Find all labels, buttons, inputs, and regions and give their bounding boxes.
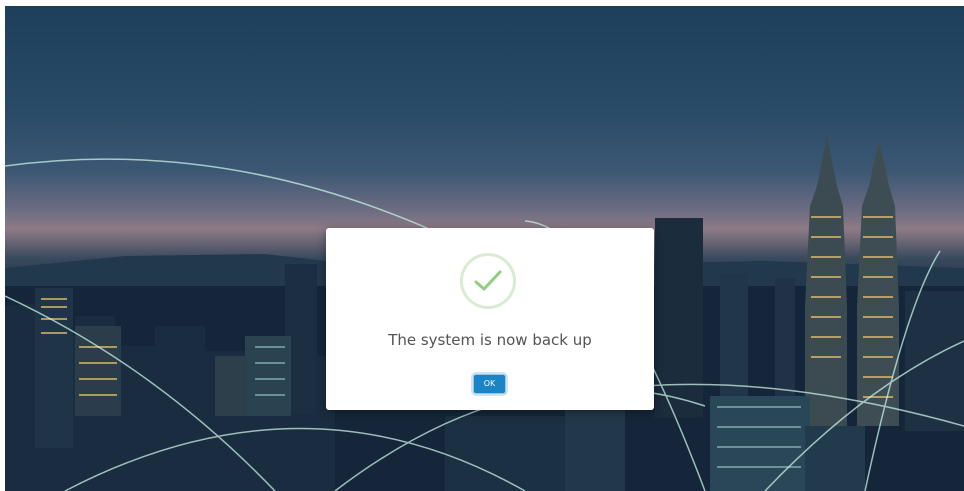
success-ring — [460, 253, 516, 309]
success-dialog: The system is now back up OK — [326, 228, 654, 410]
dialog-message: The system is now back up — [388, 331, 592, 349]
city-skyline-backdrop: The system is now back up OK — [5, 6, 964, 491]
ok-button[interactable]: OK — [473, 374, 506, 394]
checkmark-icon — [474, 270, 502, 291]
